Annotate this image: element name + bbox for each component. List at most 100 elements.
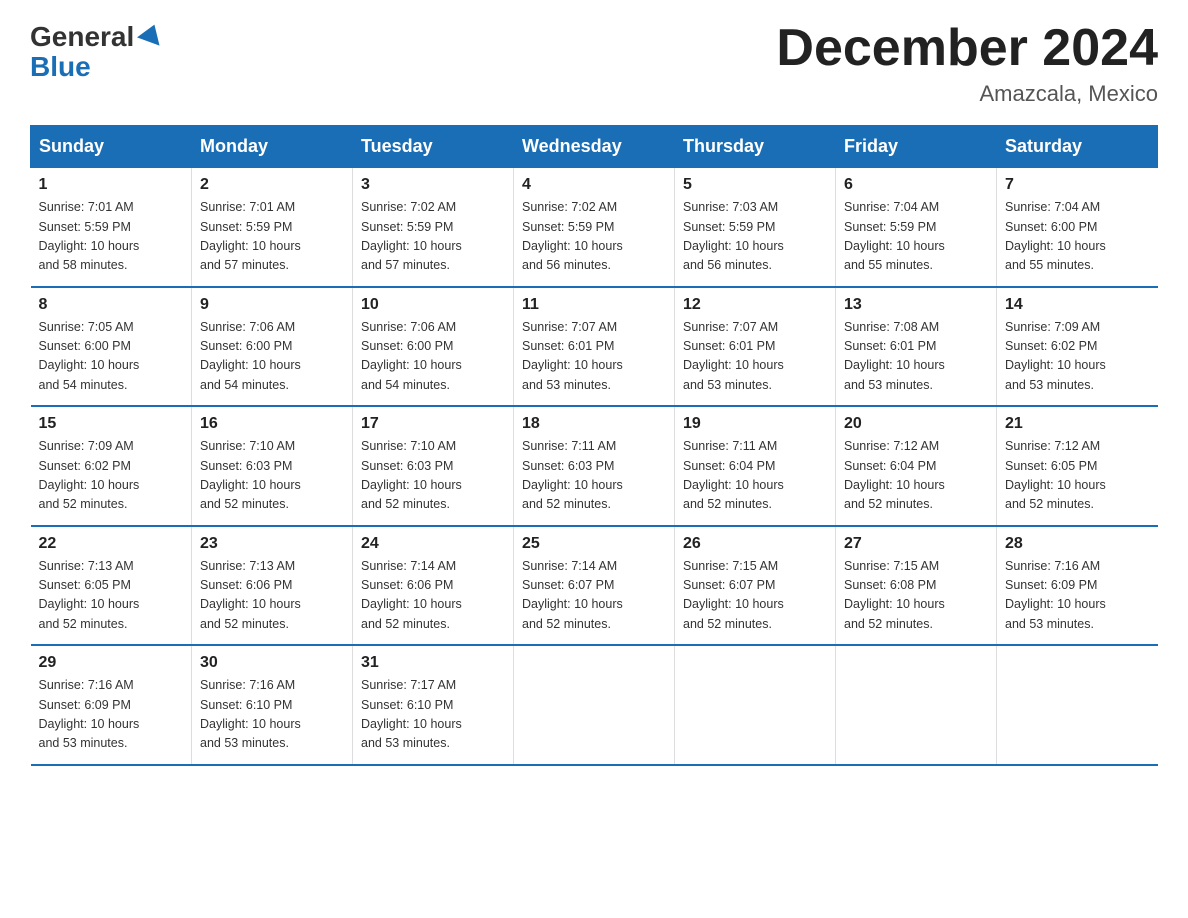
- weekday-header-tuesday: Tuesday: [353, 126, 514, 168]
- calendar-cell: 27 Sunrise: 7:15 AMSunset: 6:08 PMDayligh…: [836, 526, 997, 646]
- day-sun-info: Sunrise: 7:08 AMSunset: 6:01 PMDaylight:…: [844, 318, 988, 396]
- calendar-subtitle: Amazcala, Mexico: [776, 81, 1158, 107]
- day-sun-info: Sunrise: 7:13 AMSunset: 6:06 PMDaylight:…: [200, 557, 344, 635]
- calendar-cell: 10 Sunrise: 7:06 AMSunset: 6:00 PMDayligh…: [353, 287, 514, 407]
- day-sun-info: Sunrise: 7:05 AMSunset: 6:00 PMDaylight:…: [39, 318, 184, 396]
- calendar-cell: 4Sunrise: 7:02 AMSunset: 5:59 PMDaylight…: [514, 168, 675, 287]
- day-number: 3: [361, 176, 505, 194]
- day-sun-info: Sunrise: 7:07 AMSunset: 6:01 PMDaylight:…: [683, 318, 827, 396]
- weekday-header-row: SundayMondayTuesdayWednesdayThursdayFrid…: [31, 126, 1158, 168]
- calendar-cell: 1 Sunrise: 7:01 AMSunset: 5:59 PMDaylight…: [31, 168, 192, 287]
- day-number: 12: [683, 296, 827, 314]
- day-number: 29: [39, 654, 184, 672]
- day-number: 6: [844, 176, 988, 194]
- weekday-header-wednesday: Wednesday: [514, 126, 675, 168]
- day-number: 27: [844, 535, 988, 553]
- day-number: 1: [39, 176, 184, 194]
- logo-arrow-icon: [137, 20, 165, 53]
- calendar-cell: 3 Sunrise: 7:02 AMSunset: 5:59 PMDaylight…: [353, 168, 514, 287]
- day-number: 19: [683, 415, 827, 433]
- day-number: 23: [200, 535, 344, 553]
- day-sun-info: Sunrise: 7:10 AMSunset: 6:03 PMDaylight:…: [200, 437, 344, 515]
- day-number: 22: [39, 535, 184, 553]
- calendar-cell: 8 Sunrise: 7:05 AMSunset: 6:00 PMDaylight…: [31, 287, 192, 407]
- calendar-cell: 20Sunrise: 7:12 AMSunset: 6:04 PMDayligh…: [836, 406, 997, 526]
- calendar-cell: [675, 645, 836, 765]
- day-sun-info: Sunrise: 7:02 AMSunset: 5:59 PMDaylight:…: [522, 198, 666, 276]
- day-number: 17: [361, 415, 505, 433]
- calendar-cell: 19Sunrise: 7:11 AMSunset: 6:04 PMDayligh…: [675, 406, 836, 526]
- day-number: 10: [361, 296, 505, 314]
- calendar-cell: 22 Sunrise: 7:13 AMSunset: 6:05 PMDayligh…: [31, 526, 192, 646]
- calendar-cell: 9Sunrise: 7:06 AMSunset: 6:00 PMDaylight…: [192, 287, 353, 407]
- day-number: 24: [361, 535, 505, 553]
- logo: General Blue: [30, 20, 165, 83]
- title-block: December 2024 Amazcala, Mexico: [776, 20, 1158, 107]
- calendar-cell: 23 Sunrise: 7:13 AMSunset: 6:06 PMDayligh…: [192, 526, 353, 646]
- day-sun-info: Sunrise: 7:10 AMSunset: 6:03 PMDaylight:…: [361, 437, 505, 515]
- day-number: 31: [361, 654, 505, 672]
- day-number: 14: [1005, 296, 1150, 314]
- day-sun-info: Sunrise: 7:07 AMSunset: 6:01 PMDaylight:…: [522, 318, 666, 396]
- calendar-cell: 28Sunrise: 7:16 AMSunset: 6:09 PMDayligh…: [997, 526, 1158, 646]
- day-sun-info: Sunrise: 7:04 AMSunset: 6:00 PMDaylight:…: [1005, 198, 1150, 276]
- day-sun-info: Sunrise: 7:14 AMSunset: 6:06 PMDaylight:…: [361, 557, 505, 635]
- day-sun-info: Sunrise: 7:12 AMSunset: 6:05 PMDaylight:…: [1005, 437, 1150, 515]
- day-number: 25: [522, 535, 666, 553]
- day-sun-info: Sunrise: 7:01 AMSunset: 5:59 PMDaylight:…: [200, 198, 344, 276]
- calendar-week-row: 22 Sunrise: 7:13 AMSunset: 6:05 PMDayligh…: [31, 526, 1158, 646]
- day-sun-info: Sunrise: 7:11 AMSunset: 6:03 PMDaylight:…: [522, 437, 666, 515]
- weekday-header-saturday: Saturday: [997, 126, 1158, 168]
- logo-blue-text: Blue: [30, 51, 165, 83]
- page-header: General Blue December 2024 Amazcala, Mex…: [30, 20, 1158, 107]
- day-sun-info: Sunrise: 7:16 AMSunset: 6:09 PMDaylight:…: [39, 676, 184, 754]
- day-number: 7: [1005, 176, 1150, 194]
- day-number: 16: [200, 415, 344, 433]
- calendar-cell: 31 Sunrise: 7:17 AMSunset: 6:10 PMDayligh…: [353, 645, 514, 765]
- day-sun-info: Sunrise: 7:13 AMSunset: 6:05 PMDaylight:…: [39, 557, 184, 635]
- calendar-cell: 14 Sunrise: 7:09 AMSunset: 6:02 PMDayligh…: [997, 287, 1158, 407]
- day-number: 2: [200, 176, 344, 194]
- weekday-header-thursday: Thursday: [675, 126, 836, 168]
- day-number: 5: [683, 176, 827, 194]
- day-sun-info: Sunrise: 7:06 AMSunset: 6:00 PMDaylight:…: [200, 318, 344, 396]
- calendar-cell: 11Sunrise: 7:07 AMSunset: 6:01 PMDayligh…: [514, 287, 675, 407]
- day-number: 28: [1005, 535, 1150, 553]
- calendar-cell: 13 Sunrise: 7:08 AMSunset: 6:01 PMDayligh…: [836, 287, 997, 407]
- calendar-cell: 25Sunrise: 7:14 AMSunset: 6:07 PMDayligh…: [514, 526, 675, 646]
- day-sun-info: Sunrise: 7:01 AMSunset: 5:59 PMDaylight:…: [39, 198, 184, 276]
- calendar-cell: 18 Sunrise: 7:11 AMSunset: 6:03 PMDayligh…: [514, 406, 675, 526]
- logo-general-text: General: [30, 21, 134, 53]
- day-number: 8: [39, 296, 184, 314]
- calendar-cell: 12 Sunrise: 7:07 AMSunset: 6:01 PMDayligh…: [675, 287, 836, 407]
- day-sun-info: Sunrise: 7:17 AMSunset: 6:10 PMDaylight:…: [361, 676, 505, 754]
- day-number: 26: [683, 535, 827, 553]
- calendar-cell: 16 Sunrise: 7:10 AMSunset: 6:03 PMDayligh…: [192, 406, 353, 526]
- day-sun-info: Sunrise: 7:12 AMSunset: 6:04 PMDaylight:…: [844, 437, 988, 515]
- day-sun-info: Sunrise: 7:16 AMSunset: 6:10 PMDaylight:…: [200, 676, 344, 754]
- day-sun-info: Sunrise: 7:15 AMSunset: 6:08 PMDaylight:…: [844, 557, 988, 635]
- calendar-title: December 2024: [776, 20, 1158, 77]
- calendar-week-row: 15Sunrise: 7:09 AMSunset: 6:02 PMDayligh…: [31, 406, 1158, 526]
- calendar-week-row: 29 Sunrise: 7:16 AMSunset: 6:09 PMDayligh…: [31, 645, 1158, 765]
- calendar-cell: 26 Sunrise: 7:15 AMSunset: 6:07 PMDayligh…: [675, 526, 836, 646]
- calendar-cell: [514, 645, 675, 765]
- calendar-cell: 17 Sunrise: 7:10 AMSunset: 6:03 PMDayligh…: [353, 406, 514, 526]
- calendar-cell: 29 Sunrise: 7:16 AMSunset: 6:09 PMDayligh…: [31, 645, 192, 765]
- day-sun-info: Sunrise: 7:06 AMSunset: 6:00 PMDaylight:…: [361, 318, 505, 396]
- day-sun-info: Sunrise: 7:15 AMSunset: 6:07 PMDaylight:…: [683, 557, 827, 635]
- day-number: 13: [844, 296, 988, 314]
- day-number: 30: [200, 654, 344, 672]
- day-sun-info: Sunrise: 7:03 AMSunset: 5:59 PMDaylight:…: [683, 198, 827, 276]
- calendar-cell: [836, 645, 997, 765]
- calendar-table: SundayMondayTuesdayWednesdayThursdayFrid…: [30, 125, 1158, 766]
- day-sun-info: Sunrise: 7:09 AMSunset: 6:02 PMDaylight:…: [1005, 318, 1150, 396]
- day-sun-info: Sunrise: 7:04 AMSunset: 5:59 PMDaylight:…: [844, 198, 988, 276]
- calendar-cell: 6 Sunrise: 7:04 AMSunset: 5:59 PMDaylight…: [836, 168, 997, 287]
- calendar-cell: 24 Sunrise: 7:14 AMSunset: 6:06 PMDayligh…: [353, 526, 514, 646]
- weekday-header-sunday: Sunday: [31, 126, 192, 168]
- day-number: 18: [522, 415, 666, 433]
- day-sun-info: Sunrise: 7:02 AMSunset: 5:59 PMDaylight:…: [361, 198, 505, 276]
- calendar-cell: 15Sunrise: 7:09 AMSunset: 6:02 PMDayligh…: [31, 406, 192, 526]
- calendar-week-row: 8 Sunrise: 7:05 AMSunset: 6:00 PMDaylight…: [31, 287, 1158, 407]
